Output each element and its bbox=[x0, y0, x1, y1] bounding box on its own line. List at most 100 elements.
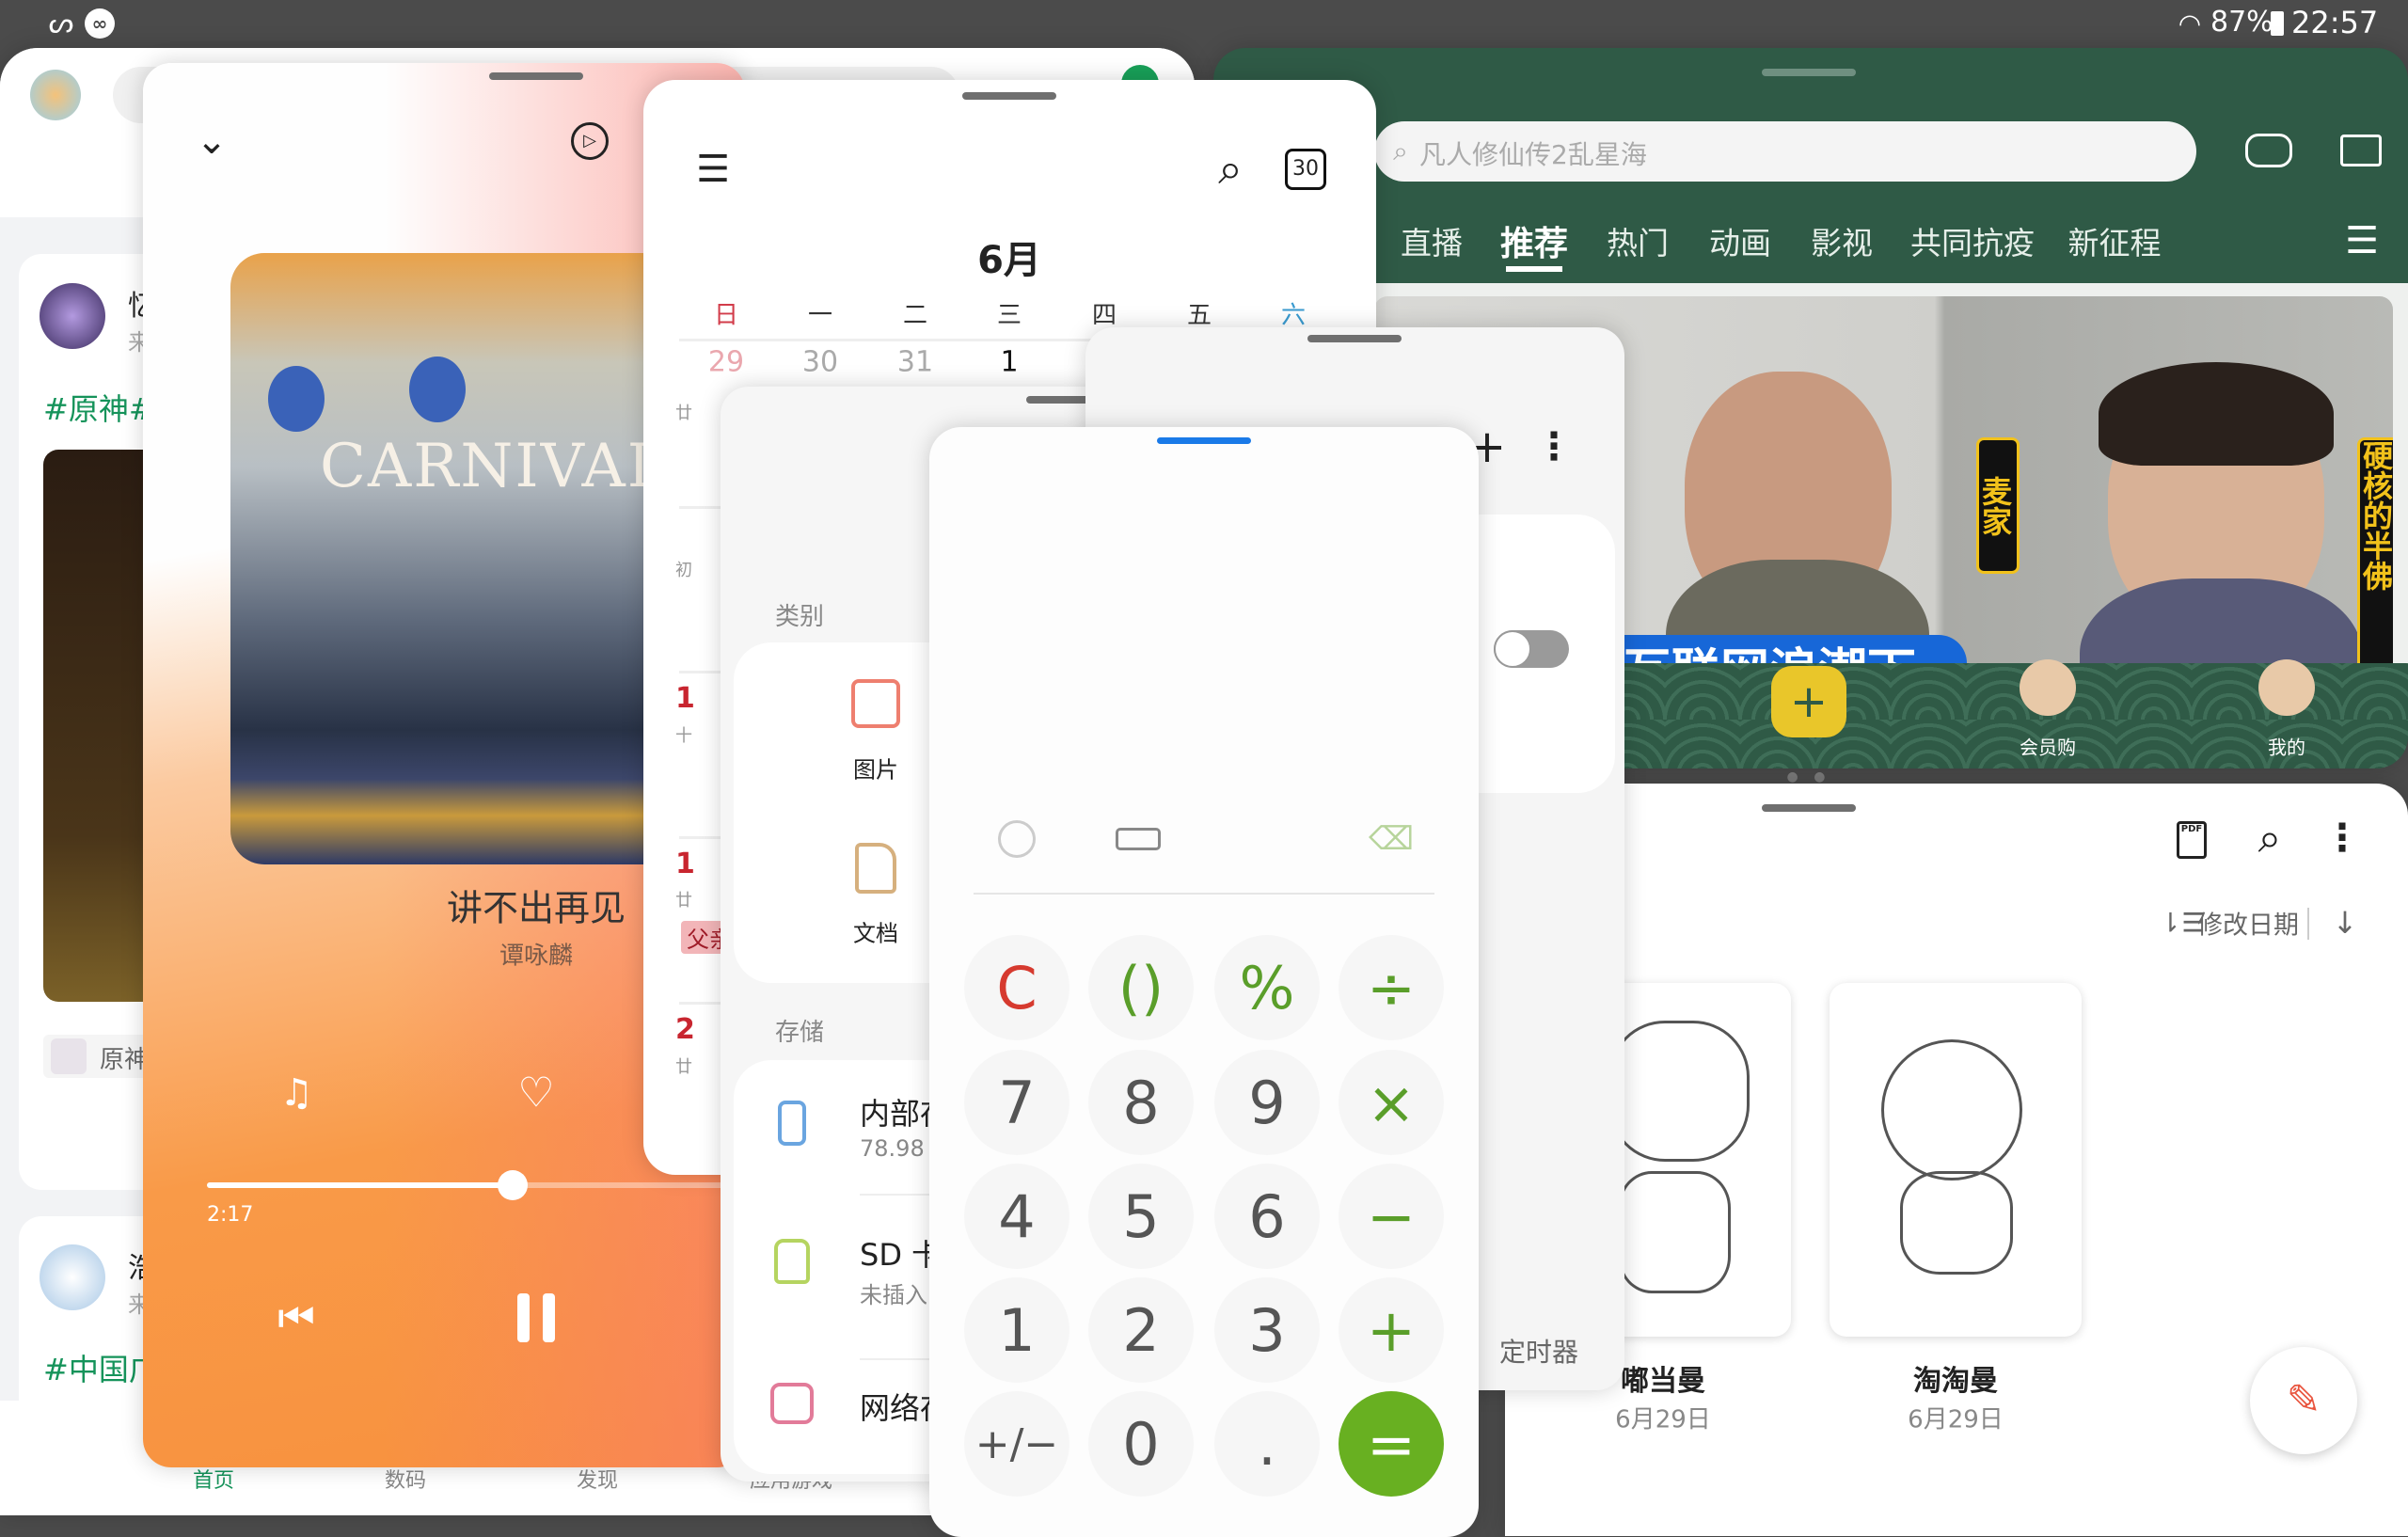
date-cell[interactable]: 2 bbox=[675, 1013, 695, 1046]
key-clear[interactable]: C bbox=[964, 935, 1069, 1040]
history-icon[interactable] bbox=[998, 820, 1036, 858]
pdf-add-icon[interactable]: PDF bbox=[2177, 821, 2207, 859]
network-storage-icon[interactable] bbox=[770, 1383, 814, 1424]
playlist-icon[interactable]: ♫ bbox=[279, 1071, 313, 1115]
menu-icon[interactable]: ☰ bbox=[2345, 219, 2379, 262]
lunar-day: 十 bbox=[675, 726, 692, 746]
note-title: 嘟当曼 bbox=[1621, 1365, 1705, 1398]
key-5[interactable]: 5 bbox=[1088, 1164, 1194, 1269]
battery-percent: 87% bbox=[2210, 6, 2273, 39]
category-images[interactable]: 图片 bbox=[853, 752, 898, 784]
categories-heading: 类别 bbox=[775, 603, 825, 631]
nav-mall[interactable]: 会员购 bbox=[2020, 733, 2076, 760]
backspace-icon[interactable]: ⌫ bbox=[1369, 820, 1414, 858]
tab-live[interactable]: 直播 bbox=[1401, 218, 1463, 263]
search-input[interactable]: ⌕ 凡人修仙传2乱星海 bbox=[1374, 121, 2196, 182]
previous-track-icon[interactable]: ⏮ bbox=[277, 1294, 315, 1342]
key-percent[interactable]: % bbox=[1214, 935, 1320, 1040]
status-bar: ᔕ ∞ ◠ 87% 22:57 bbox=[0, 0, 2408, 47]
post-avatar[interactable] bbox=[40, 1244, 105, 1310]
key-divide[interactable]: ÷ bbox=[1339, 935, 1444, 1040]
active-tab-indicator bbox=[1506, 266, 1562, 272]
user-avatar[interactable] bbox=[30, 70, 81, 120]
new-note-fab[interactable]: ✎ bbox=[2250, 1347, 2357, 1454]
toggle-switch[interactable] bbox=[1494, 630, 1569, 668]
menu-icon[interactable]: ☰ bbox=[696, 148, 730, 191]
date-cell[interactable]: 31 bbox=[897, 346, 933, 379]
nav-digital[interactable]: 数码 bbox=[385, 1464, 426, 1494]
lunar-day: 廿 bbox=[675, 1057, 692, 1077]
key-0[interactable]: 0 bbox=[1088, 1391, 1194, 1497]
date-cell[interactable]: 29 bbox=[708, 346, 744, 379]
date-cell[interactable]: 1 bbox=[1000, 346, 1018, 379]
heart-icon[interactable]: ♡ bbox=[517, 1070, 554, 1117]
pause-button[interactable] bbox=[517, 1293, 555, 1342]
wifi-icon: ◠ bbox=[2178, 8, 2202, 40]
key-equals[interactable]: = bbox=[1339, 1391, 1444, 1497]
more-options-icon[interactable]: ⋮ bbox=[2323, 816, 2361, 860]
game-tag-label: 原神 bbox=[100, 1046, 150, 1074]
profile-avatar-icon[interactable] bbox=[2258, 659, 2315, 716]
search-icon[interactable]: ⌕ bbox=[1218, 143, 1243, 196]
key-decimal[interactable]: . bbox=[1214, 1391, 1320, 1497]
tab-movies[interactable]: 影视 bbox=[1811, 218, 1873, 263]
key-multiply[interactable]: × bbox=[1339, 1050, 1444, 1155]
weekday-header: 三 bbox=[996, 301, 1022, 330]
collapse-chevron-icon[interactable]: ⌄ bbox=[196, 119, 228, 163]
post-topic[interactable]: #原神# bbox=[43, 386, 154, 429]
today-button[interactable]: 30 bbox=[1285, 149, 1326, 190]
sort-direction-icon[interactable]: ↓ bbox=[2333, 905, 2358, 941]
tab-anime[interactable]: 动画 bbox=[1709, 218, 1771, 263]
window-handle[interactable] bbox=[1157, 437, 1251, 444]
post-avatar[interactable] bbox=[40, 283, 105, 349]
key-3[interactable]: 3 bbox=[1214, 1277, 1320, 1383]
key-plus[interactable]: + bbox=[1339, 1277, 1444, 1383]
game-center-icon[interactable] bbox=[2245, 134, 2292, 167]
unit-converter-icon[interactable] bbox=[1116, 828, 1161, 850]
key-4[interactable]: 4 bbox=[964, 1164, 1069, 1269]
publish-plus-button[interactable]: + bbox=[1771, 666, 1846, 737]
tab-hot[interactable]: 热门 bbox=[1607, 218, 1669, 263]
key-negate[interactable]: +/− bbox=[964, 1391, 1069, 1497]
key-7[interactable]: 7 bbox=[964, 1050, 1069, 1155]
date-cell[interactable]: 1 bbox=[675, 848, 695, 880]
weekday-header: 日 bbox=[713, 301, 739, 330]
key-2[interactable]: 2 bbox=[1088, 1277, 1194, 1383]
key-1[interactable]: 1 bbox=[964, 1277, 1069, 1383]
key-minus[interactable]: − bbox=[1339, 1164, 1444, 1269]
tab-fight-epidemic[interactable]: 共同抗疫 bbox=[1910, 218, 2035, 263]
mall-avatar-icon[interactable] bbox=[2020, 659, 2076, 716]
sort-field[interactable]: 修改日期 bbox=[2197, 905, 2299, 942]
progress-knob[interactable] bbox=[498, 1170, 528, 1200]
sd-card-icon[interactable] bbox=[774, 1239, 810, 1284]
more-options-icon[interactable]: ⋮ bbox=[1535, 425, 1573, 468]
timer-label[interactable]: 定时器 bbox=[1499, 1332, 1578, 1370]
category-documents[interactable]: 文档 bbox=[853, 915, 898, 948]
search-icon[interactable]: ⌕ bbox=[2258, 815, 2282, 863]
mail-icon[interactable] bbox=[2340, 135, 2382, 166]
note-thumbnail-sketch bbox=[1881, 1039, 2022, 1180]
note-card[interactable] bbox=[1830, 983, 2082, 1337]
banner-label-right: 硬核的半佛 bbox=[2357, 437, 2393, 673]
nav-discover[interactable]: 发现 bbox=[577, 1464, 618, 1494]
weekday-header: 五 bbox=[1186, 301, 1212, 330]
image-icon[interactable] bbox=[851, 679, 900, 728]
key-6[interactable]: 6 bbox=[1214, 1164, 1320, 1269]
phone-icon[interactable] bbox=[778, 1101, 806, 1146]
tab-new-journey[interactable]: 新征程 bbox=[2068, 218, 2162, 263]
key-9[interactable]: 9 bbox=[1214, 1050, 1320, 1155]
date-cell[interactable]: 30 bbox=[802, 346, 838, 379]
date-cell[interactable]: 1 bbox=[675, 682, 695, 715]
nav-home[interactable]: 首页 bbox=[193, 1464, 234, 1494]
nav-me[interactable]: 我的 bbox=[2268, 733, 2305, 760]
document-icon[interactable] bbox=[855, 843, 896, 894]
post-topic[interactable]: #中国广 bbox=[43, 1346, 159, 1389]
progress-slider[interactable] bbox=[207, 1170, 745, 1200]
key-parentheses[interactable]: () bbox=[1088, 935, 1194, 1040]
clock: 22:57 bbox=[2291, 5, 2379, 40]
key-8[interactable]: 8 bbox=[1088, 1050, 1194, 1155]
tab-recommend[interactable]: 推荐 bbox=[1500, 216, 1568, 265]
play-mode-icon[interactable]: ▷ bbox=[571, 122, 609, 160]
window-dots: ● ● bbox=[1786, 769, 1831, 784]
infinity-app-icon: ∞ bbox=[85, 8, 115, 39]
